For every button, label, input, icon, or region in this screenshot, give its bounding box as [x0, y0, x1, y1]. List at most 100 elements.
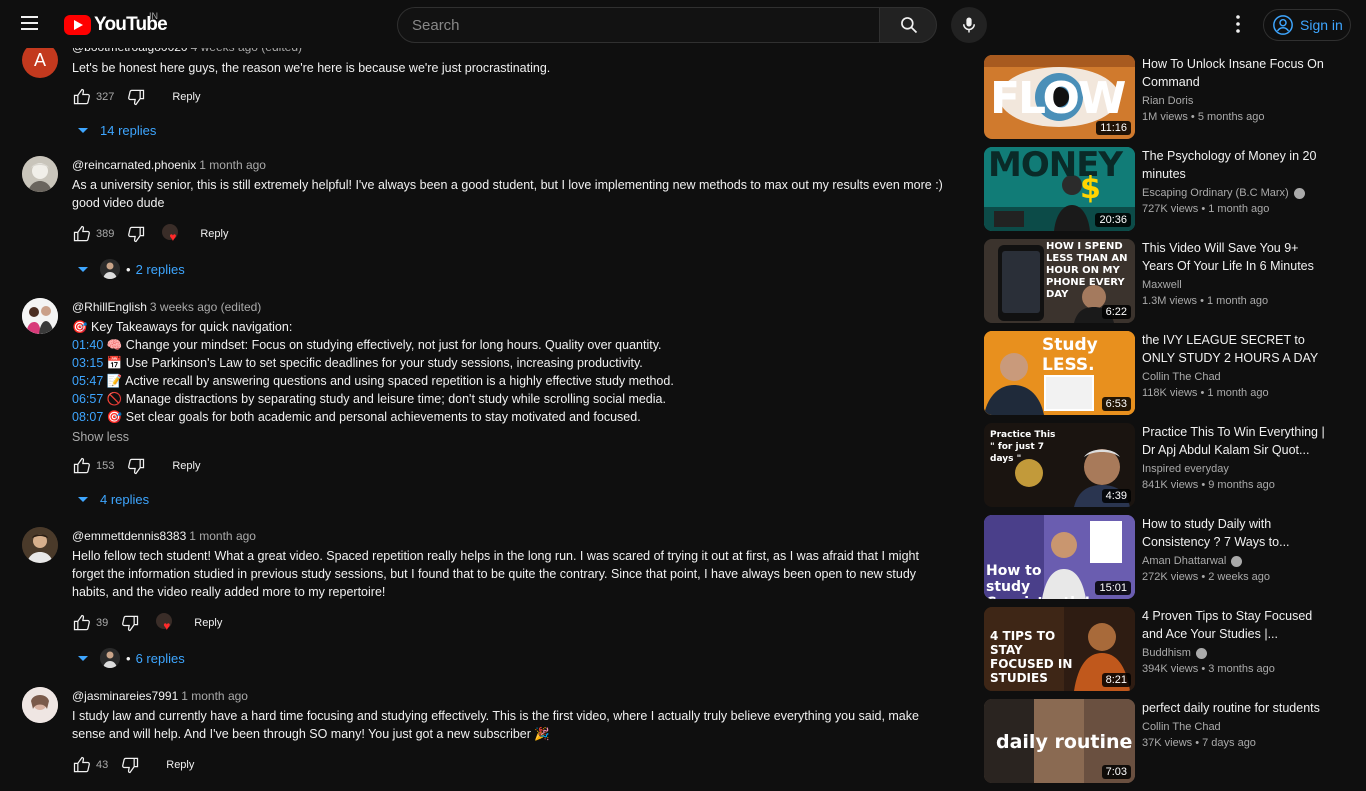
related-video[interactable]: Study LESS. 6:53 the IVY LEAGUE SECRET t…	[984, 331, 1354, 423]
video-meta: 118K views • 1 month ago	[1142, 387, 1269, 399]
video-title[interactable]: How to study Daily with Consistency ? 7 …	[1142, 515, 1332, 551]
video-thumbnail[interactable]: 4 TIPS TO STAY FOCUSED IN STUDIES 8:21	[984, 607, 1135, 691]
video-thumbnail[interactable]: HOW I SPEND LESS THAN AN HOUR ON MY PHON…	[984, 239, 1135, 323]
video-thumbnail[interactable]: Practice This " for just 7 days " 4:39	[984, 423, 1135, 507]
channel-name[interactable]: Escaping Ordinary (B.C Marx)	[1142, 185, 1332, 201]
channel-name[interactable]: Maxwell	[1142, 277, 1332, 293]
channel-label: Maxwell	[1142, 279, 1182, 291]
channel-name[interactable]: Rian Doris	[1142, 93, 1332, 109]
avatar[interactable]	[22, 687, 58, 723]
upload-time: 5 months ago	[1197, 111, 1265, 123]
channel-name[interactable]: Inspired everyday	[1142, 461, 1332, 477]
channel-label: Collin The Chad	[1142, 721, 1221, 733]
youtube-logo[interactable]: YouTube IN	[64, 11, 168, 36]
dislike-icon[interactable]	[126, 87, 146, 107]
video-thumbnail[interactable]: FLOW 11:16	[984, 55, 1135, 139]
comment-author[interactable]: @RhillEnglish	[72, 300, 147, 314]
search-button[interactable]	[879, 7, 937, 43]
related-video[interactable]: 4 TIPS TO STAY FOCUSED IN STUDIES 8:21 4…	[984, 607, 1354, 699]
timestamp-link[interactable]: 03:15	[72, 356, 103, 370]
video-title[interactable]: Practice This To Win Everything | Dr Apj…	[1142, 423, 1332, 459]
video-title[interactable]: perfect daily routine for students	[1142, 699, 1332, 717]
menu-icon[interactable]	[18, 12, 42, 36]
channel-name[interactable]: Aman Dhattarwal	[1142, 553, 1332, 569]
creator-heart-badge: ♥	[156, 613, 176, 633]
view-replies-button[interactable]: 4 replies	[78, 488, 952, 510]
related-video[interactable]: FLOW 11:16 How To Unlock Insane Focus On…	[984, 55, 1354, 147]
view-replies-button[interactable]: • 6 replies	[78, 647, 952, 669]
channel-name[interactable]: Buddhism	[1142, 645, 1332, 661]
show-less-button[interactable]: Show less	[72, 428, 952, 446]
comment-time[interactable]: 1 month ago	[199, 158, 266, 172]
video-duration: 7:03	[1101, 765, 1131, 779]
voice-search-button[interactable]	[951, 7, 987, 43]
video-thumbnail[interactable]: How to study Consistently! 15:01	[984, 515, 1135, 599]
like-icon[interactable]	[72, 456, 92, 476]
like-count: 153	[96, 460, 115, 472]
video-thumbnail[interactable]: daily routine 7:03	[984, 699, 1135, 783]
comment-time[interactable]: 1 month ago	[181, 689, 248, 703]
channel-name[interactable]: Collin The Chad	[1142, 719, 1332, 735]
comment-actions: 39 ♥ Reply	[72, 609, 952, 637]
thumbnail-text: Study LESS.	[1042, 335, 1098, 375]
view-count: 1M views	[1142, 111, 1188, 123]
view-count: 118K views	[1142, 387, 1198, 399]
video-thumbnail[interactable]: Study LESS. 6:53	[984, 331, 1135, 415]
upload-time: 9 months ago	[1208, 479, 1275, 491]
like-icon[interactable]	[72, 224, 92, 244]
comment-time[interactable]: 1 month ago	[189, 529, 256, 543]
settings-more-button[interactable]	[1226, 12, 1250, 36]
view-replies-button[interactable]: 14 replies	[78, 119, 952, 141]
timestamp-link[interactable]: 06:57	[72, 392, 103, 406]
channel-name[interactable]: Collin The Chad	[1142, 369, 1332, 385]
search-input[interactable]	[412, 16, 879, 34]
like-icon[interactable]	[72, 613, 92, 633]
reply-button[interactable]: Reply	[166, 759, 194, 771]
video-title[interactable]: This Video Will Save You 9+ Years Of You…	[1142, 239, 1332, 275]
avatar-image	[22, 687, 58, 723]
comment-author[interactable]: @reincarnated.phoenix	[72, 158, 196, 172]
timestamp-link[interactable]: 08:07	[72, 410, 103, 424]
reply-button[interactable]: Reply	[172, 460, 200, 472]
video-title[interactable]: 4 Proven Tips to Stay Focused and Ace Yo…	[1142, 607, 1332, 643]
related-video[interactable]: How to study Consistently! 15:01 How to …	[984, 515, 1354, 607]
upload-time: 7 days ago	[1202, 737, 1256, 749]
related-video[interactable]: Practice This " for just 7 days " 4:39 P…	[984, 423, 1354, 515]
video-meta: 1M views • 5 months ago	[1142, 111, 1265, 123]
comment-header: @RhillEnglish 3 weeks ago (edited)	[72, 298, 952, 316]
country-code: IN	[149, 11, 158, 21]
avatar[interactable]	[22, 156, 58, 192]
video-duration: 20:36	[1095, 213, 1131, 227]
avatar[interactable]	[22, 527, 58, 563]
avatar[interactable]	[22, 298, 58, 334]
comment-author[interactable]: @jasminareies7991	[72, 689, 178, 703]
avatar-letter: A	[33, 49, 46, 70]
related-video[interactable]: MONEY $ 20:36 The Psychology of Money in…	[984, 147, 1354, 239]
more-vertical-icon	[1236, 15, 1240, 33]
dislike-icon[interactable]	[126, 224, 146, 244]
reply-button[interactable]: Reply	[200, 228, 228, 240]
comment-author[interactable]: @emmettdennis8383	[72, 529, 186, 543]
dislike-icon[interactable]	[126, 456, 146, 476]
comment-time[interactable]: 3 weeks ago (edited)	[150, 300, 261, 314]
related-video[interactable]: HOW I SPEND LESS THAN AN HOUR ON MY PHON…	[984, 239, 1354, 331]
dislike-icon[interactable]	[120, 755, 140, 775]
video-title[interactable]: How To Unlock Insane Focus On Command	[1142, 55, 1332, 91]
video-meta: 1.3M views • 1 month ago	[1142, 295, 1269, 307]
timestamp-link[interactable]: 05:47	[72, 374, 103, 388]
timestamp-link[interactable]: 01:40	[72, 338, 103, 352]
related-video[interactable]: daily routine 7:03 perfect daily routine…	[984, 699, 1354, 791]
takeaway-item: 01:40 🧠 Change your mindset: Focus on st…	[72, 336, 952, 354]
video-thumbnail[interactable]: MONEY $ 20:36	[984, 147, 1135, 231]
like-icon[interactable]	[72, 755, 92, 775]
video-title[interactable]: The Psychology of Money in 20 minutes	[1142, 147, 1332, 183]
video-title[interactable]: the IVY LEAGUE SECRET to ONLY STUDY 2 HO…	[1142, 331, 1332, 367]
reply-button[interactable]: Reply	[194, 617, 222, 629]
sign-in-button[interactable]: Sign in	[1263, 9, 1351, 41]
reply-button[interactable]: Reply	[172, 91, 200, 103]
video-meta: 37K views • 7 days ago	[1142, 737, 1256, 749]
dislike-icon[interactable]	[120, 613, 140, 633]
upload-time: 1 month ago	[1207, 387, 1269, 399]
view-replies-button[interactable]: • 2 replies	[78, 258, 952, 280]
like-icon[interactable]	[72, 87, 92, 107]
